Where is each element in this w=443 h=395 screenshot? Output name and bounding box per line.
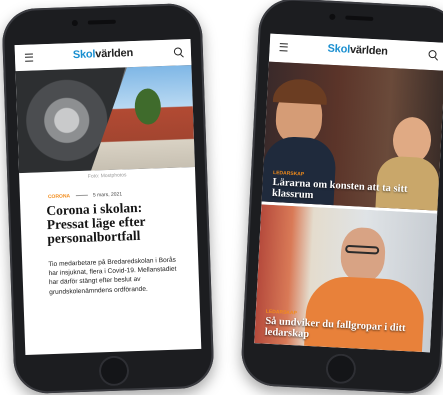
article-meta: CORONA 5 mars, 2021 xyxy=(48,192,122,201)
home-button xyxy=(98,355,130,387)
article-hero-image[interactable] xyxy=(15,65,195,174)
article-headline[interactable]: Corona i skolan: Pressat läge efter pers… xyxy=(46,200,179,246)
search-icon[interactable] xyxy=(428,49,437,59)
article-body: Tio medarbetare på Bredaredskolan i Borå… xyxy=(48,256,177,296)
search-icon[interactable] xyxy=(173,47,183,56)
category-label[interactable]: CORONA xyxy=(48,193,70,200)
home-button xyxy=(325,352,357,385)
phone-camera xyxy=(71,19,78,27)
phone-speaker xyxy=(345,15,374,21)
article-card-1[interactable]: LEDARSKAP Lärarna om konsten att ta sitt… xyxy=(261,61,443,211)
site-logo[interactable]: Skolvärlden xyxy=(269,40,443,61)
left-phone: Skolvärlden Foto: Mostphotos CORONA 5 ma… xyxy=(1,2,215,395)
logo-part-skol: Skol xyxy=(327,42,351,56)
left-screen: Skolvärlden Foto: Mostphotos CORONA 5 ma… xyxy=(14,39,202,355)
logo-part-skol: Skol xyxy=(72,48,96,62)
phone-speaker xyxy=(87,19,116,25)
logo-part-varlden: världen xyxy=(95,47,134,61)
glasses-icon xyxy=(345,244,380,255)
meta-divider xyxy=(75,194,88,197)
logo-part-varlden: världen xyxy=(349,43,388,58)
right-screen: Skolvärlden LEDARSKAP Lärarna om konsten… xyxy=(254,33,443,353)
site-logo[interactable]: Skolvärlden xyxy=(15,45,191,63)
phone-camera xyxy=(329,13,336,20)
article-date: 5 mars, 2021 xyxy=(92,191,123,199)
article-card-2[interactable]: LEDARSKAP Så undviker du fallgropar i di… xyxy=(254,204,438,353)
right-phone: Skolvärlden LEDARSKAP Lärarna om konsten… xyxy=(239,0,443,395)
